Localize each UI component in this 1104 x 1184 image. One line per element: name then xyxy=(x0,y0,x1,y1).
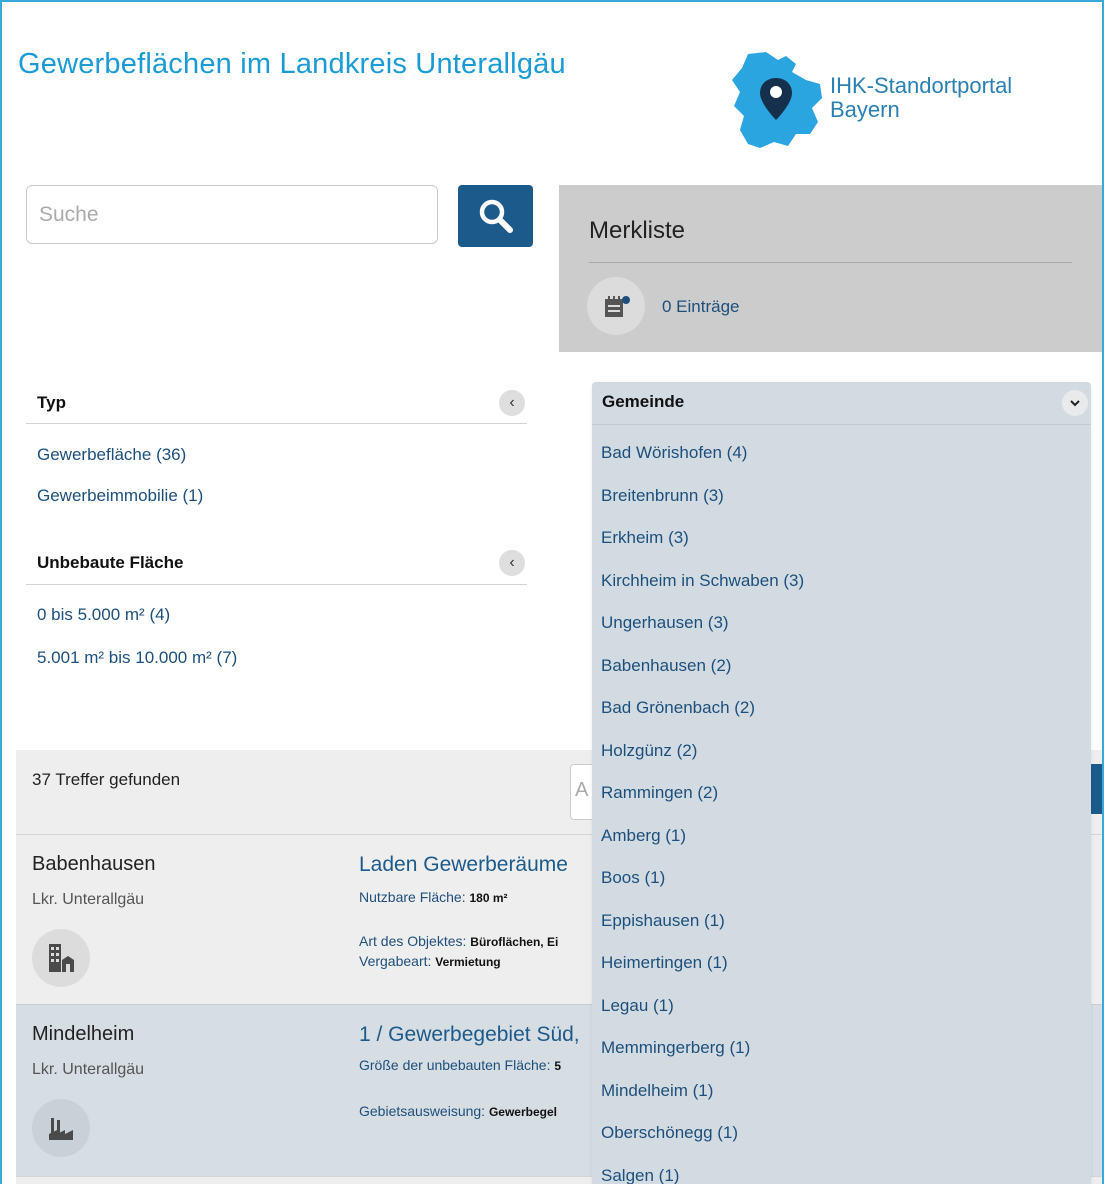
meta-label: Art des Objektes: xyxy=(359,933,467,949)
facet-unbebaute-item[interactable]: 0 bis 5.000 m² (4) xyxy=(37,605,170,625)
gemeinde-list: Bad Wörishofen (4) Breitenbrunn (3) Erkh… xyxy=(601,443,804,1184)
result-type-icon-wrap xyxy=(32,1099,90,1157)
merkliste-title: Merkliste xyxy=(589,217,686,244)
gemeinde-item[interactable]: Babenhausen (2) xyxy=(601,656,804,699)
search-button[interactable] xyxy=(458,185,533,247)
facet-unbebaute-title: Unbebaute Fläche xyxy=(37,553,184,572)
meta-label: Vergabeart: xyxy=(359,953,432,969)
result-title[interactable]: 1 / Gewerbegebiet Süd, xyxy=(359,1023,580,1047)
factory-icon xyxy=(49,1118,73,1140)
gemeinde-item[interactable]: Legau (1) xyxy=(601,996,804,1039)
gemeinde-item[interactable]: Breitenbrunn (3) xyxy=(601,486,804,529)
results-count: 37 Treffer gefunden xyxy=(32,770,181,789)
notepad-icon xyxy=(605,296,630,317)
gemeinde-item[interactable]: Memmingerberg (1) xyxy=(601,1038,804,1081)
facet-gemeinde-title: Gemeinde xyxy=(602,392,685,411)
search-icon xyxy=(479,199,513,233)
logo-line-1: IHK-Standortportal xyxy=(830,73,1013,98)
gemeinde-item[interactable]: Bad Wörishofen (4) xyxy=(601,443,804,486)
logo-text: IHK-Standortportal Bayern xyxy=(830,74,1012,122)
gemeinde-item[interactable]: Oberschönegg (1) xyxy=(601,1123,804,1166)
facet-unbebaute-toggle[interactable]: ‹ xyxy=(499,550,525,576)
ihk-logo[interactable]: IHK-Standortportal Bayern xyxy=(726,50,1046,152)
gemeinde-item[interactable]: Ungerhausen (3) xyxy=(601,613,804,656)
gemeinde-item[interactable]: Eppishausen (1) xyxy=(601,911,804,954)
gemeinde-item[interactable]: Amberg (1) xyxy=(601,826,804,869)
page-title: Gewerbeflächen im Landkreis Unterallgäu xyxy=(18,48,566,80)
gemeinde-item[interactable]: Heimertingen (1) xyxy=(601,953,804,996)
chevron-left-icon: ‹ xyxy=(509,554,515,571)
meta-label: Größe der unbebauten Fläche: xyxy=(359,1057,551,1073)
result-region: Lkr. Unterallgäu xyxy=(32,891,145,908)
result-meta-type: Art des Objektes: Büroflächen, Ei xyxy=(359,933,558,949)
gemeinde-item[interactable]: Holzgünz (2) xyxy=(601,741,804,784)
merkliste-panel: Merkliste 0 Einträge xyxy=(559,185,1102,352)
chevron-down-icon xyxy=(1070,400,1080,407)
facet-typ-item[interactable]: Gewerbefläche (36) xyxy=(37,445,186,465)
result-city: Babenhausen xyxy=(32,853,156,875)
merkliste-icon-button[interactable] xyxy=(587,277,645,335)
gemeinde-item[interactable]: Salgen (1) xyxy=(601,1166,804,1184)
result-type-icon-wrap xyxy=(32,929,90,987)
facet-gemeinde-divider xyxy=(592,424,1091,425)
facet-typ-title: Typ xyxy=(37,393,66,412)
gemeinde-dropdown[interactable]: Gemeinde Bad Wörishofen (4) Breitenbrunn… xyxy=(592,382,1091,1184)
meta-label: Nutzbare Fläche: xyxy=(359,889,466,905)
result-title[interactable]: Laden Gewerberäume xyxy=(359,853,568,877)
facet-unbebaute-divider xyxy=(26,584,527,585)
meta-value: Vermietung xyxy=(435,955,501,969)
facet-typ-item[interactable]: Gewerbeimmobilie (1) xyxy=(37,486,203,506)
result-meta-zoning: Gebietsausweisung: Gewerbegel xyxy=(359,1103,557,1119)
gemeinde-item[interactable]: Rammingen (2) xyxy=(601,783,804,826)
gemeinde-item[interactable]: Boos (1) xyxy=(601,868,804,911)
chevron-left-icon: ‹ xyxy=(509,394,515,411)
building-icon xyxy=(49,944,74,972)
gemeinde-item[interactable]: Erkheim (3) xyxy=(601,528,804,571)
result-meta-vergabe: Vergabeart: Vermietung xyxy=(359,953,501,969)
logo-line-2: Bayern xyxy=(830,97,900,122)
search-input[interactable] xyxy=(26,185,438,244)
bavaria-map-pin-icon xyxy=(732,52,822,148)
gemeinde-item[interactable]: Mindelheim (1) xyxy=(601,1081,804,1124)
result-meta-size: Größe der unbebauten Fläche: 5 xyxy=(359,1057,561,1073)
meta-value: 5 xyxy=(554,1059,562,1073)
merkliste-divider xyxy=(589,262,1072,263)
meta-value: Büroflächen, Ei xyxy=(470,935,559,949)
result-city: Mindelheim xyxy=(32,1023,135,1045)
gemeinde-item[interactable]: Bad Grönenbach (2) xyxy=(601,698,804,741)
facet-typ-toggle[interactable]: ‹ xyxy=(499,390,525,416)
facet-typ-divider xyxy=(26,423,527,424)
gemeinde-item[interactable]: Kirchheim in Schwaben (3) xyxy=(601,571,804,614)
page-frame: Gewerbeflächen im Landkreis Unterallgäu … xyxy=(0,0,1104,1184)
meta-label: Gebietsausweisung: xyxy=(359,1103,486,1119)
meta-value: Gewerbegel xyxy=(488,1105,557,1119)
result-meta-area: Nutzbare Fläche: 180 m² xyxy=(359,889,508,905)
result-region: Lkr. Unterallgäu xyxy=(32,1061,145,1078)
merkliste-count[interactable]: 0 Einträge xyxy=(662,297,740,317)
meta-value: 180 m² xyxy=(469,891,508,905)
facet-unbebaute-item[interactable]: 5.001 m² bis 10.000 m² (7) xyxy=(37,648,237,668)
facet-gemeinde-toggle[interactable] xyxy=(1062,390,1088,416)
